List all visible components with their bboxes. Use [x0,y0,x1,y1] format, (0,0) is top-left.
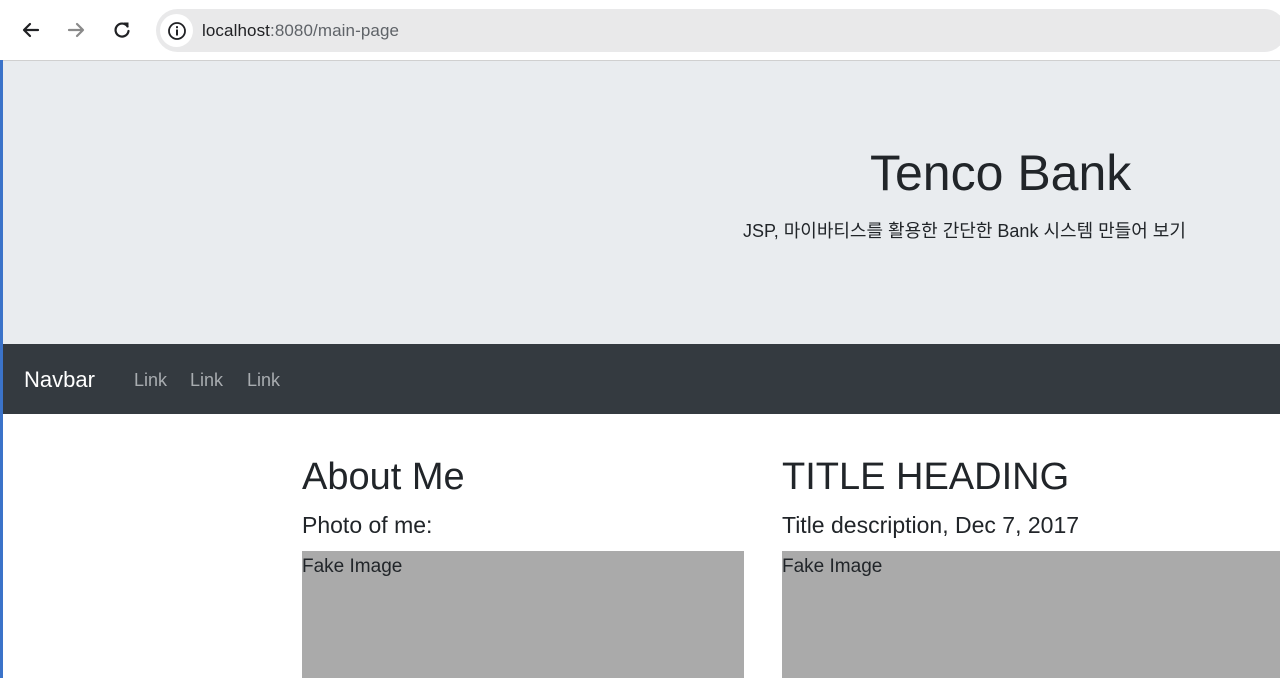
reload-icon[interactable] [106,14,138,46]
navbar: Navbar Link Link Link [3,344,1280,414]
about-me-heading: About Me [302,456,465,498]
page-title: Tenco Bank [870,145,1132,201]
title-heading: TITLE HEADING [782,456,1070,498]
about-me-subheading: Photo of me: [302,512,433,538]
fake-image-placeholder: Fake Image [782,551,1280,678]
nav-link-2[interactable]: Link [190,370,223,391]
address-bar[interactable]: localhost:8080/main-page [156,9,1280,52]
url-path: :8080/main-page [270,21,400,40]
page-subtitle: JSP, 마이바티스를 활용한 간단한 Bank 시스템 만들어 보기 [743,221,1186,241]
fake-image-placeholder: Fake Image [302,551,744,678]
fake-image-label: Fake Image [302,556,403,577]
title-description: Title description, Dec 7, 2017 [782,512,1080,538]
url-text[interactable]: localhost:8080/main-page [202,21,399,41]
nav-link-3[interactable]: Link [247,370,280,391]
browser-toolbar: localhost:8080/main-page [0,0,1280,61]
url-host: localhost [202,21,270,40]
info-icon[interactable] [160,14,193,47]
navbar-brand[interactable]: Navbar [24,367,95,393]
forward-arrow-icon[interactable] [60,14,92,46]
jumbotron [3,61,1280,344]
nav-link-1[interactable]: Link [134,370,167,391]
back-arrow-icon[interactable] [15,14,47,46]
fake-image-label: Fake Image [782,556,883,577]
